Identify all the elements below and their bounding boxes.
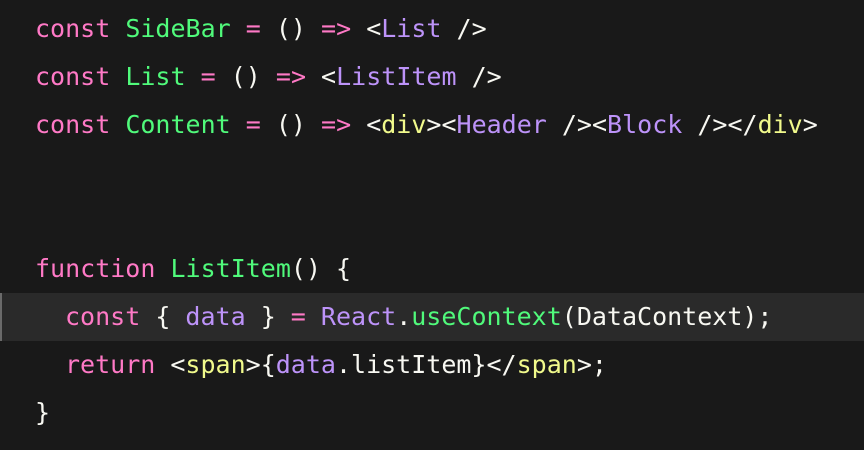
code-token: = <box>200 62 216 91</box>
code-token: < <box>306 62 337 91</box>
code-token: const <box>35 14 111 43</box>
code-line-6[interactable]: function ListItem() { <box>0 245 864 293</box>
code-token: = <box>245 14 261 43</box>
code-token: div <box>381 110 427 139</box>
code-token: < <box>351 110 382 139</box>
code-token: } <box>245 302 291 331</box>
code-token: Block <box>607 110 683 139</box>
code-token: = <box>290 302 306 331</box>
code-token: div <box>757 110 803 139</box>
code-token: const <box>35 110 111 139</box>
code-line-2[interactable]: const List = () => <ListItem /> <box>0 53 864 101</box>
code-token: < <box>351 14 382 43</box>
code-token: () <box>215 62 276 91</box>
code-token: .listItem}</ <box>335 350 517 379</box>
code-line-7-active[interactable]: const { data } = React.useContext(DataCo… <box>0 293 864 341</box>
code-line-4[interactable] <box>0 149 864 197</box>
code-token: >; <box>576 350 607 379</box>
code-token: /></ <box>682 110 758 139</box>
code-line-content: const List = () => <ListItem /> <box>35 53 502 101</box>
code-line-1[interactable]: const SideBar = () => <List /> <box>0 5 864 53</box>
code-token: /> <box>441 14 487 43</box>
code-token: >< <box>426 110 457 139</box>
code-token: const <box>65 302 141 331</box>
code-token: < <box>155 350 186 379</box>
code-token: () <box>260 14 322 43</box>
code-token: () { <box>290 254 352 283</box>
code-token: span <box>516 350 577 379</box>
code-line-9[interactable]: } <box>0 389 864 437</box>
code-token: Content <box>125 110 231 139</box>
code-line-content: const SideBar = () => <List /> <box>35 5 487 53</box>
code-token: ListItem <box>336 62 457 91</box>
code-token: => <box>321 110 352 139</box>
code-token: SideBar <box>125 14 231 43</box>
code-token: . <box>396 302 412 331</box>
code-token: Header <box>456 110 547 139</box>
code-token: = <box>245 110 261 139</box>
code-token: => <box>275 62 306 91</box>
code-line-content: function ListItem() { <box>35 245 351 293</box>
code-token: data <box>275 350 336 379</box>
code-token: /> <box>456 62 502 91</box>
code-token: return <box>65 350 156 379</box>
code-line-content: return <span>{data.listItem}</span>; <box>65 341 607 389</box>
code-token: (DataContext); <box>561 302 773 331</box>
code-token: List <box>381 14 442 43</box>
code-line-content: const { data } = React.useContext(DataCo… <box>65 293 772 341</box>
code-token: { <box>140 302 186 331</box>
code-token: () <box>260 110 322 139</box>
code-token: data <box>185 302 246 331</box>
code-token: function <box>35 254 156 283</box>
code-editor[interactable]: const SideBar = () => <List /> const Lis… <box>0 0 864 450</box>
code-token: useContext <box>411 302 562 331</box>
code-line-5[interactable] <box>0 197 864 245</box>
code-token: span <box>185 350 246 379</box>
code-line-3[interactable]: const Content = () => <div><Header /><Bl… <box>0 101 864 149</box>
code-line-content: const Content = () => <div><Header /><Bl… <box>35 101 818 149</box>
code-token: >{ <box>245 350 276 379</box>
code-token: React <box>320 302 397 331</box>
code-token: => <box>321 14 352 43</box>
code-token: ListItem <box>170 254 291 283</box>
code-line-8[interactable]: return <span>{data.listItem}</span>; <box>0 341 864 389</box>
code-token: > <box>802 110 818 139</box>
code-line-content: } <box>35 389 50 437</box>
code-token: } <box>35 398 51 427</box>
code-token: List <box>125 62 186 91</box>
code-token: />< <box>546 110 608 139</box>
code-token: const <box>35 62 111 91</box>
